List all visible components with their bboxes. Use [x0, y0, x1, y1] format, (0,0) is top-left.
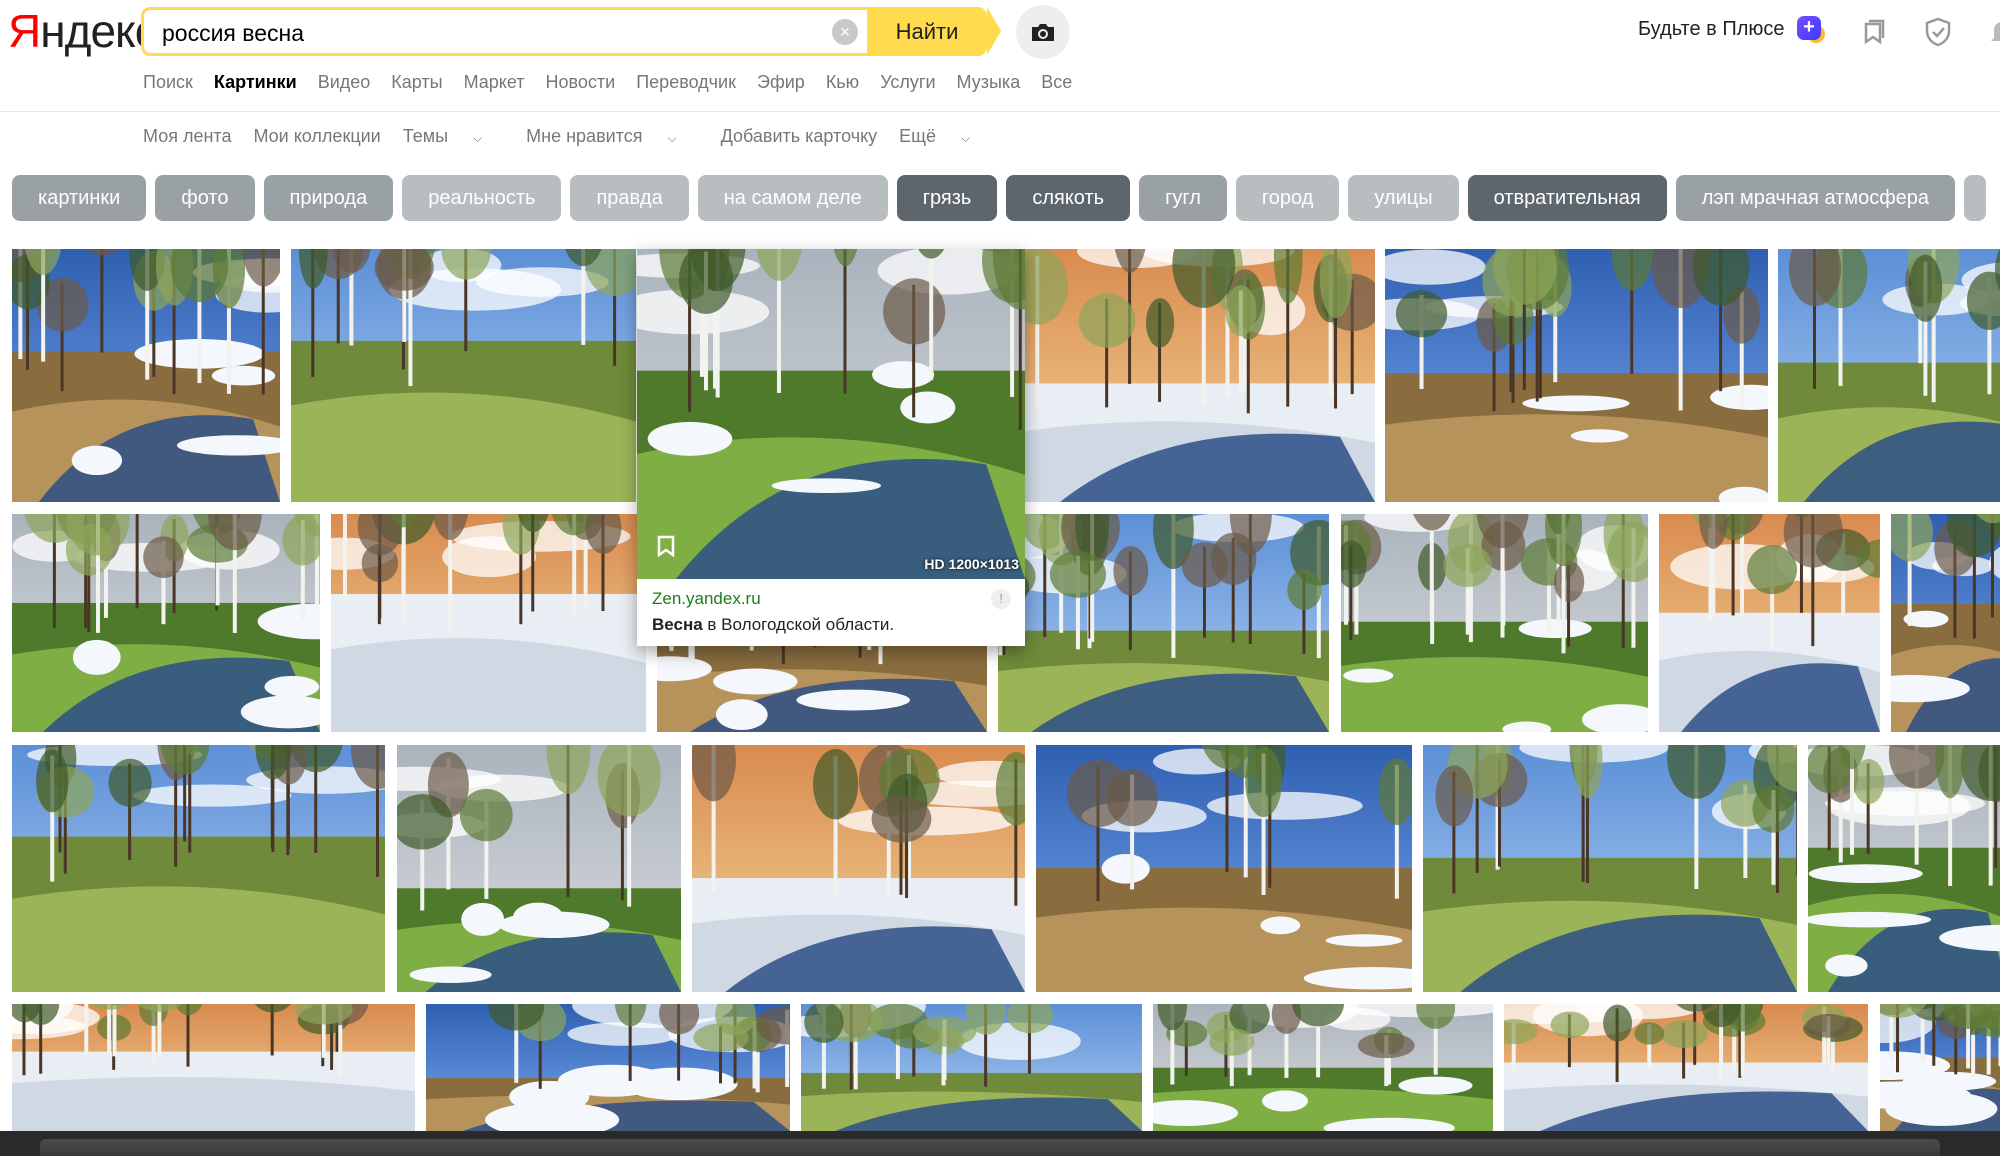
image-thumbnail[interactable] [692, 745, 1025, 992]
image-thumbnail[interactable] [801, 1004, 1142, 1131]
preview-image[interactable] [637, 249, 1025, 579]
related-query-chip[interactable]: на самом деле [697, 175, 888, 221]
image-thumbnail[interactable] [397, 745, 681, 992]
image-thumbnail[interactable] [12, 249, 280, 502]
camera-icon [1032, 24, 1054, 41]
subnav-feed[interactable]: Моя лента [143, 126, 231, 147]
subnav-add-card[interactable]: Добавить карточку [721, 126, 878, 147]
image-thumbnail[interactable] [1659, 514, 1880, 732]
tab-music[interactable]: Музыка [957, 72, 1021, 93]
image-thumbnail[interactable] [12, 514, 320, 732]
service-tabs: Поиск Картинки Видео Карты Маркет Новост… [143, 72, 1093, 93]
tab-translator[interactable]: Переводчик [636, 72, 736, 93]
related-query-chip[interactable]: гугл [1139, 175, 1227, 221]
related-query-chip[interactable]: правда [570, 175, 689, 221]
header-divider [0, 111, 2000, 112]
image-thumbnail[interactable] [291, 249, 636, 502]
related-query-chip[interactable]: лэп мрачная атмосфера [1675, 175, 1956, 221]
subnav-more[interactable]: Ещё ⌵ [899, 126, 992, 147]
tab-efir[interactable]: Эфир [757, 72, 805, 93]
notifications-icon[interactable] [1986, 16, 2000, 48]
chevron-down-icon: ⌵ [960, 131, 971, 145]
source-link[interactable]: Zen.yandex.ru [652, 589, 761, 609]
image-title-bold: Весна [652, 615, 703, 634]
subnav-likes-label: Мне нравится [526, 126, 643, 146]
subnav-themes-label: Темы [402, 126, 449, 146]
os-dock [0, 1131, 2000, 1156]
related-query-chip[interactable]: улицы [1348, 175, 1459, 221]
image-thumbnail[interactable] [12, 1004, 415, 1131]
related-query-chip[interactable]: фото [155, 175, 255, 221]
bookmark-icon[interactable] [657, 535, 675, 557]
image-thumbnail[interactable] [1808, 745, 2000, 992]
image-thumbnail[interactable] [1880, 1004, 2000, 1131]
yandex-logo[interactable]: Яндекс [8, 5, 158, 57]
image-thumbnail[interactable] [1341, 514, 1648, 732]
images-subnav: Моя лента Мои коллекции Темы ⌵ Мне нравит… [143, 126, 1014, 147]
image-thumbnail[interactable] [1153, 1004, 1493, 1131]
tab-services[interactable]: Услуги [880, 72, 935, 93]
chevron-down-icon: ⌵ [473, 131, 483, 145]
search-input[interactable] [160, 16, 804, 50]
related-query-chip[interactable]: грязь [896, 175, 998, 221]
tab-news[interactable]: Новости [546, 72, 616, 93]
image-preview-popup[interactable]: HD 1200×1013 Zen.yandex.ru ! Весна в Вол… [637, 249, 1025, 646]
image-thumbnail[interactable] [1778, 249, 2000, 502]
tab-q[interactable]: Кью [826, 72, 859, 93]
related-query-chip[interactable]: слякоть [1006, 175, 1131, 221]
related-queries: картинки фото природа реальность правда на са… [12, 175, 1987, 221]
image-thumbnail[interactable] [1504, 1004, 1868, 1131]
image-thumbnail[interactable] [1025, 249, 1375, 502]
subnav-more-label: Ещё [899, 126, 936, 146]
tab-all[interactable]: Все [1041, 72, 1072, 93]
info-icon[interactable]: ! [991, 589, 1011, 609]
image-thumbnail[interactable] [998, 514, 1329, 732]
chevron-down-icon: ⌵ [667, 131, 677, 145]
related-query-chip[interactable]: реальность [402, 175, 562, 221]
image-thumbnail[interactable] [1423, 745, 1797, 992]
tab-maps[interactable]: Карты [391, 72, 442, 93]
related-query-chip[interactable] [1964, 175, 1987, 221]
image-thumbnail[interactable] [331, 514, 646, 732]
tab-video[interactable]: Видео [318, 72, 371, 93]
image-thumbnail[interactable] [1891, 514, 2000, 732]
subnav-likes[interactable]: Мне нравится ⌵ [526, 126, 698, 147]
logo-text: ндекс [40, 5, 157, 57]
shield-icon[interactable] [1922, 16, 1954, 48]
collections-icon[interactable] [1858, 16, 1890, 48]
image-thumbnail[interactable] [12, 745, 385, 992]
image-thumbnail[interactable] [1385, 249, 1768, 502]
logo-letter: Я [8, 5, 41, 57]
clear-search-button[interactable]: × [832, 19, 858, 45]
tab-images[interactable]: Картинки [214, 72, 297, 93]
image-thumbnail[interactable] [1036, 745, 1412, 992]
image-search-button[interactable] [1016, 5, 1070, 59]
plus-promo-link[interactable]: Будьте в Плюсе [1638, 18, 1785, 41]
related-query-chip[interactable]: природа [263, 175, 394, 221]
image-thumbnail[interactable] [426, 1004, 790, 1131]
image-title[interactable]: Весна в Вологодской области. [652, 615, 894, 635]
resolution-badge: HD 1200×1013 [924, 556, 1019, 572]
search-submit-button[interactable]: Найти [867, 7, 1001, 56]
subnav-collections[interactable]: Мои коллекции [253, 126, 380, 147]
tab-search[interactable]: Поиск [143, 72, 193, 93]
search-box: × [141, 7, 867, 56]
tab-market[interactable]: Маркет [464, 72, 525, 93]
related-query-chip[interactable]: город [1235, 175, 1340, 221]
related-query-chip[interactable]: картинки [12, 175, 147, 221]
subnav-themes[interactable]: Темы ⌵ [403, 126, 504, 147]
image-title-rest: в Вологодской области. [702, 615, 895, 634]
related-query-chip[interactable]: отвратительная [1467, 175, 1667, 221]
plus-icon[interactable]: + [1797, 16, 1825, 43]
